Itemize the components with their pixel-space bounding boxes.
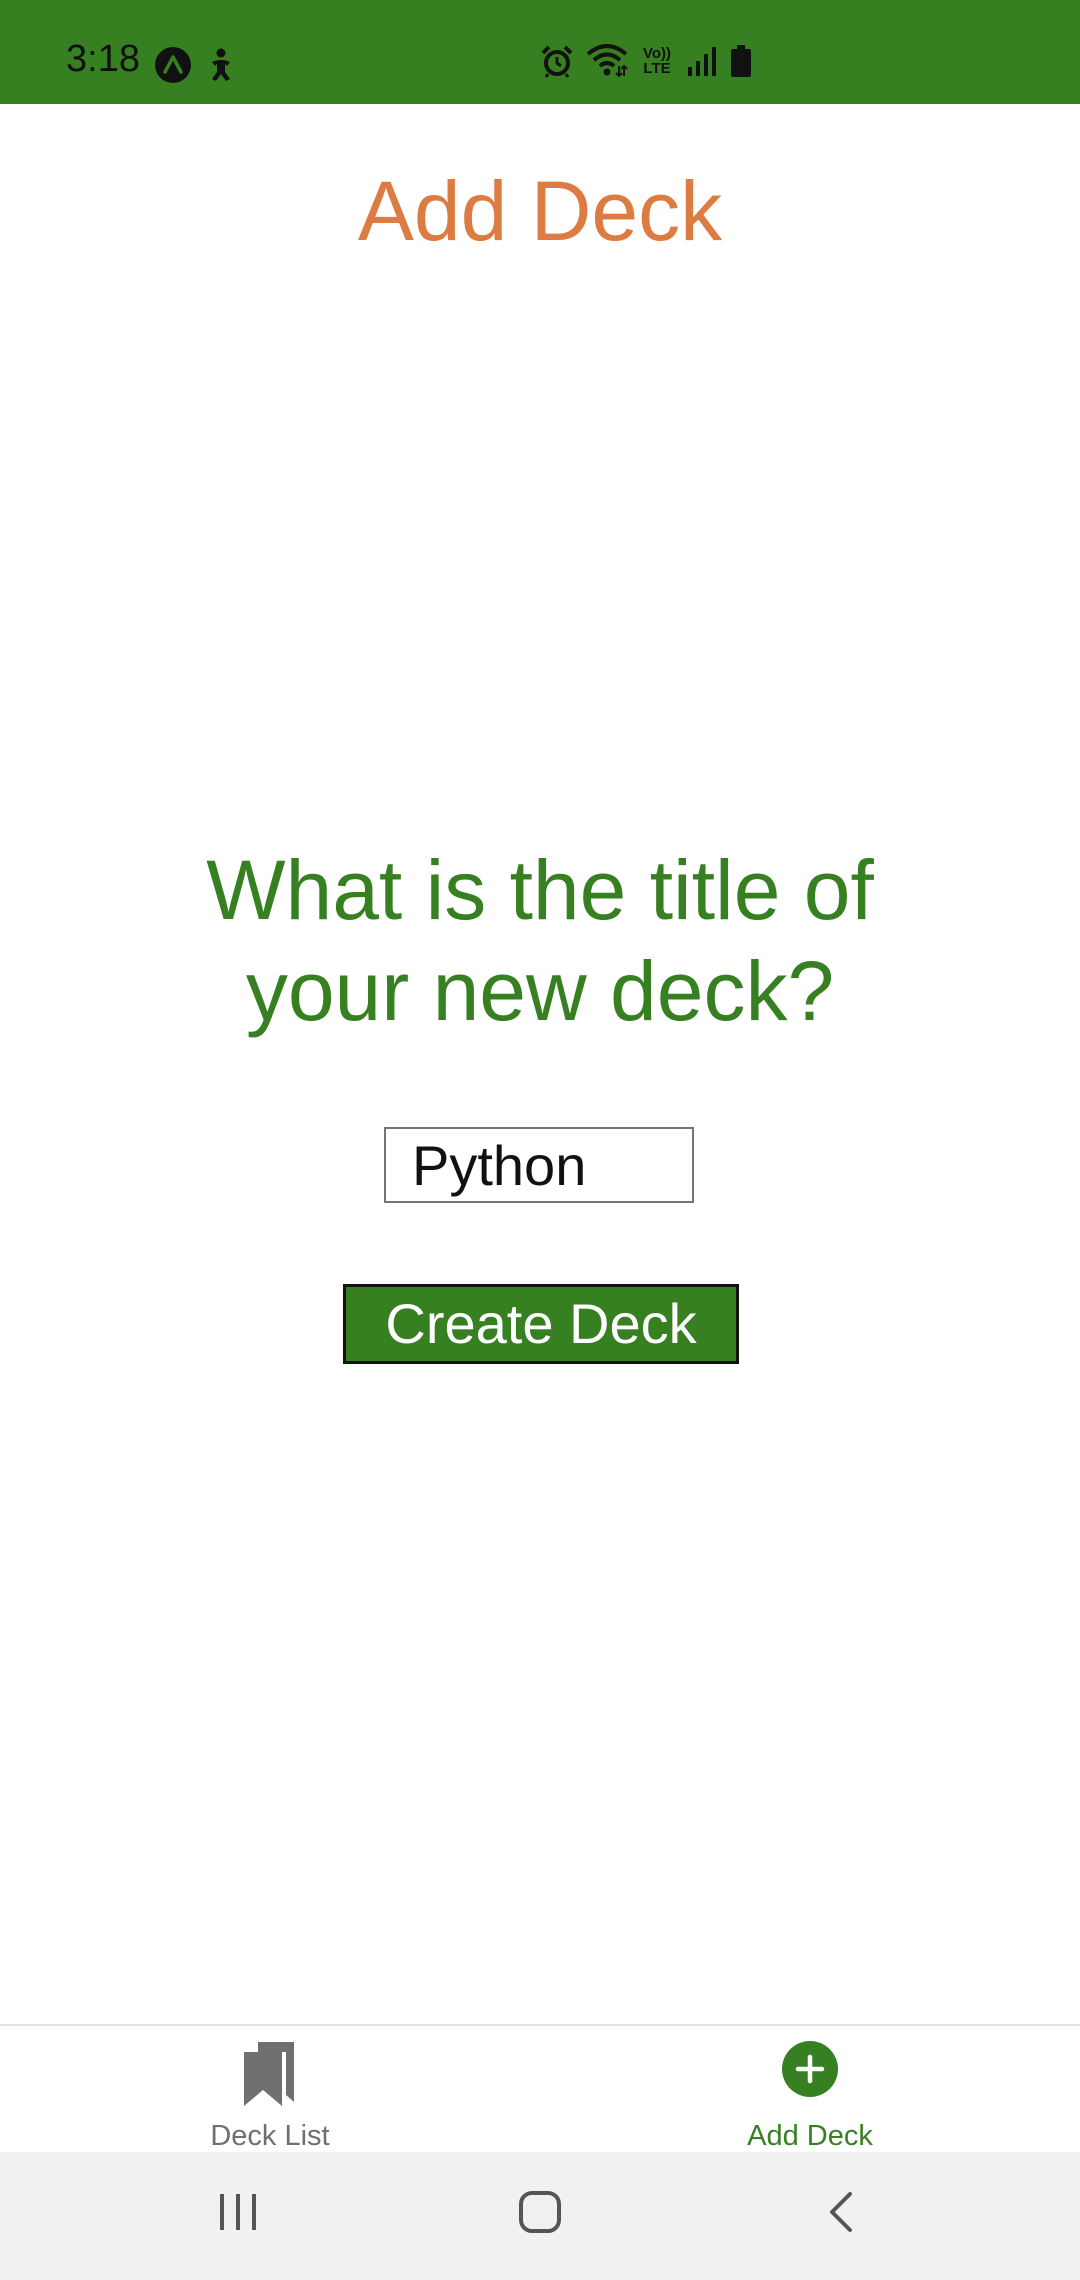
status-left-icons [154, 46, 236, 84]
app-a-icon [154, 46, 192, 84]
status-time: 3:18 [66, 38, 140, 80]
home-icon[interactable] [518, 2190, 562, 2239]
tab-deck-list[interactable]: Deck List [0, 2026, 540, 2154]
alarm-icon [540, 44, 574, 78]
tab-deck-list-label: Deck List [210, 2120, 330, 2152]
signal-icon [686, 45, 718, 77]
deck-title-input[interactable] [384, 1127, 694, 1203]
bookmarks-icon [240, 2040, 300, 2111]
wifi-icon [586, 44, 628, 78]
bottom-tab-bar: Deck List Add Deck [0, 2024, 1080, 2154]
volte-icon: Vo)) LTE [640, 46, 674, 76]
deck-title-question: What is the title of your new deck? [206, 843, 874, 1038]
tab-add-deck-label: Add Deck [747, 2120, 873, 2152]
create-deck-button[interactable]: Create Deck [343, 1284, 739, 1364]
status-right-icons: Vo)) LTE [540, 44, 752, 78]
page-title: Add Deck [357, 164, 723, 258]
system-nav-bar [0, 2152, 1080, 2280]
plus-circle-icon [781, 2040, 839, 2103]
accessibility-icon [206, 48, 236, 82]
tab-add-deck[interactable]: Add Deck [540, 2026, 1080, 2154]
recent-apps-icon[interactable] [216, 2190, 260, 2239]
status-bar: 3:18 Vo)) LTE [0, 0, 1080, 104]
volte-line2: LTE [643, 60, 671, 77]
battery-icon [730, 44, 752, 78]
back-icon[interactable] [820, 2190, 864, 2239]
volte-line1: Vo)) [642, 45, 672, 62]
